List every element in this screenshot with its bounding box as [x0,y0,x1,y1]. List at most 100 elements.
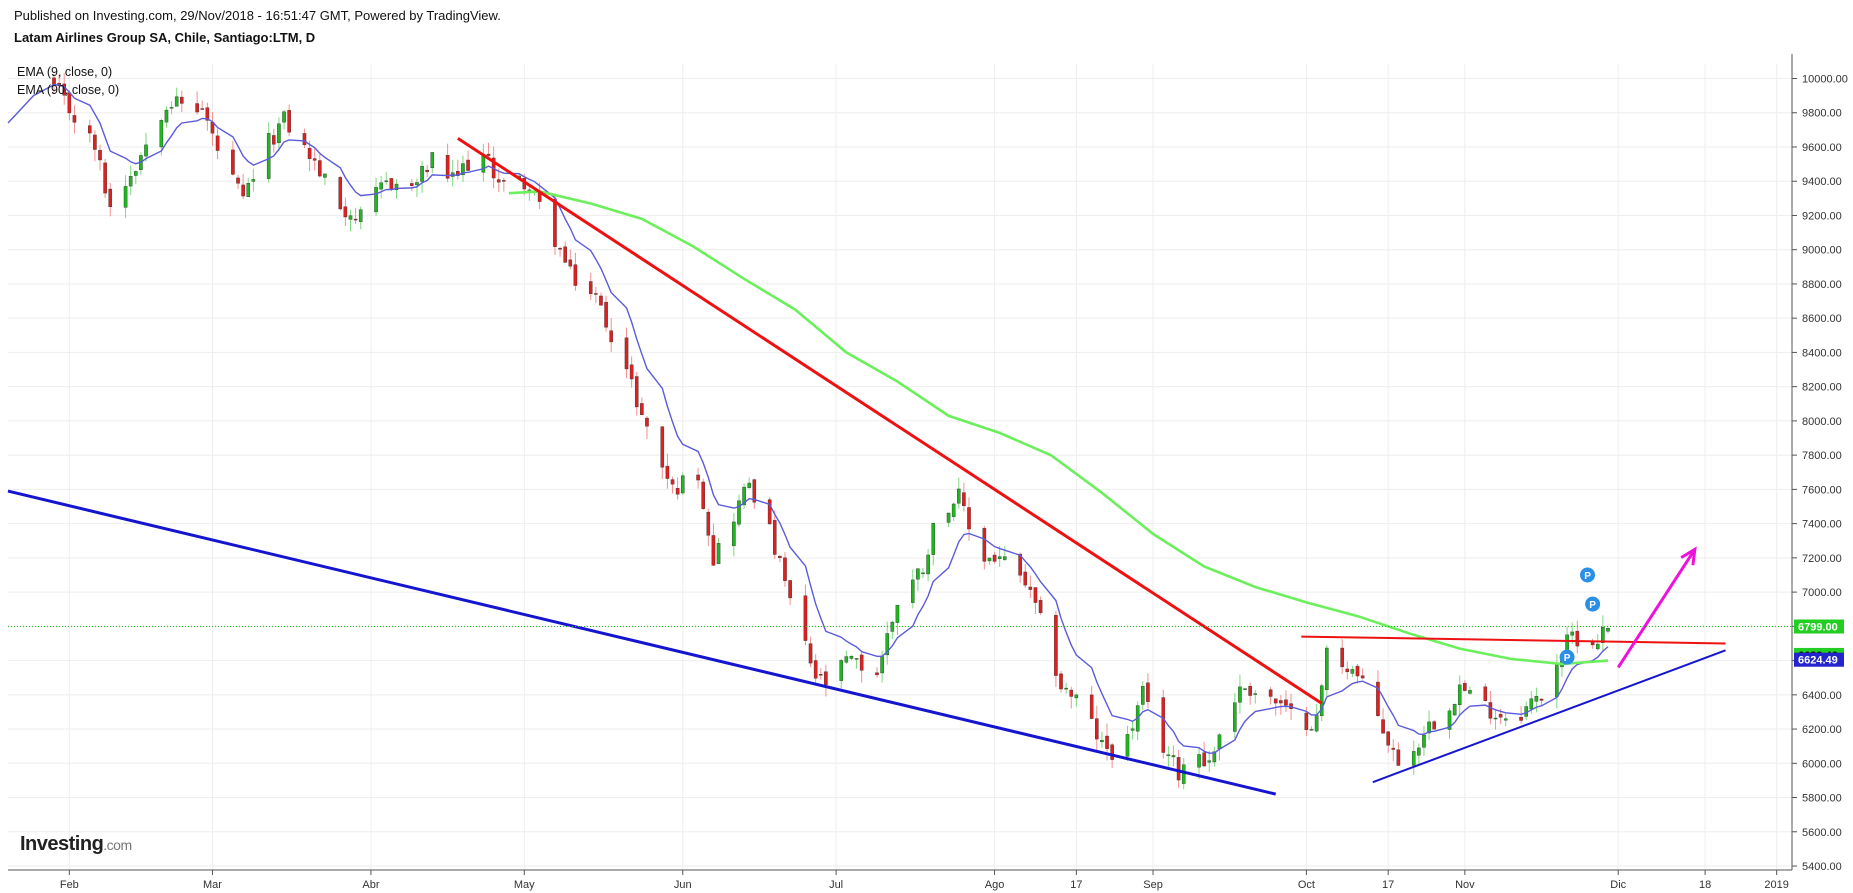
candle-down [629,364,634,380]
candle-up [737,500,741,525]
candle-down [389,178,394,190]
candle-down [1279,700,1283,704]
trendline-blue-uptrend [1372,649,1726,784]
x-tick-label: 17 [1382,879,1394,891]
candle-down [778,555,782,558]
marker-label: P [1584,571,1591,582]
candle-down [1498,713,1503,718]
candle-up [123,186,128,208]
candle-down [496,179,501,183]
candle-up [1570,631,1574,636]
candle-up [895,604,900,623]
candle-down [588,281,593,294]
candle-down [701,481,705,509]
candle-down [1202,752,1206,767]
candle-down [312,158,317,161]
candle-up [128,176,133,187]
candle-down [1304,712,1309,730]
candle-up [1503,718,1508,721]
candle-down [1432,721,1436,730]
candle-down [962,492,966,507]
price-label: 6624.49 [1798,655,1838,667]
y-tick-label: 9200.00 [1802,210,1842,222]
candle-down [1176,757,1181,781]
y-tick-label: 9000.00 [1802,245,1842,257]
candle-down [93,134,97,150]
candle-up [1555,664,1559,697]
candle-down [1248,685,1252,696]
candle-down [486,153,491,156]
candle-down [788,580,792,599]
candle-up [747,482,751,488]
candle-down [98,149,102,161]
candle-up [1166,754,1171,757]
trendline-red-horizontal [1301,635,1726,645]
y-tick-label: 5400.00 [1802,861,1842,873]
candle-up [1197,754,1201,768]
candle-down [1463,683,1467,691]
price-chart[interactable]: 10000.00 9800.00 9600.00 9400.00 9200.00 9000… [0,0,1853,893]
candle-up [1207,760,1212,763]
forecast-arrow-shaft [1616,548,1697,669]
candle-down [1519,717,1523,721]
candle-up [246,182,251,198]
candle-down [1488,702,1493,719]
y-tick-label: 8200.00 [1802,382,1842,394]
candle-down [200,108,205,110]
candle-up [384,180,389,182]
candle-down [772,520,777,555]
candle-down [353,218,358,221]
candle-down [1069,689,1074,697]
candle-up [916,568,920,580]
legend-ema-90[interactable]: EMA (90, close, 0) [17,82,119,98]
candle-down [660,426,665,468]
candle-up [1417,747,1421,756]
candle-up [374,187,378,213]
candle-up [323,173,327,178]
legend-ema-9[interactable]: EMA (9, close, 0) [17,64,112,80]
candle-down [1575,630,1580,647]
candle-up [1064,687,1068,690]
candle-down [783,557,787,581]
candle-up [1238,686,1242,703]
y-tick-label: 6200.00 [1802,724,1842,736]
candle-up [415,182,419,186]
candle-down [1355,665,1360,677]
candle-down [108,188,113,208]
candle-up [282,111,286,123]
x-tick-label: Dic [1610,879,1626,891]
y-tick-label: 7400.00 [1802,519,1842,531]
candle-down [241,184,245,197]
candle-down [558,248,562,250]
candle-up [169,107,174,109]
x-tick-label: Oct [1298,879,1315,891]
candle-down [634,376,639,408]
candle-down [813,660,818,679]
candle-up [348,215,353,220]
candle-up [987,557,992,562]
marker-label: P [1589,600,1596,611]
candle-down [1105,735,1109,749]
candle-down [711,535,716,566]
y-tick-label: 7800.00 [1802,450,1842,462]
candle-up [1181,764,1186,784]
candle-down [1146,682,1150,702]
ema-90-line [508,190,1609,666]
candle-down [410,183,414,186]
candle-down [563,246,567,263]
candle-up [251,179,256,182]
candle-down [675,488,680,495]
y-tick-label: 8000.00 [1802,416,1842,428]
candle-down [1054,615,1058,676]
symbol-title: Latam Airlines Group SA, Chile, Santiago… [14,30,316,45]
candle-down [1391,747,1396,750]
candle-up [1606,628,1610,632]
candle-up [680,475,685,494]
candle-down [236,177,240,184]
candle-up [1411,751,1416,766]
candle-up [1171,755,1176,758]
candle-down [1161,697,1166,753]
x-tick-label: 18 [1699,879,1711,891]
candle-up [144,144,148,157]
grid [8,64,1792,870]
